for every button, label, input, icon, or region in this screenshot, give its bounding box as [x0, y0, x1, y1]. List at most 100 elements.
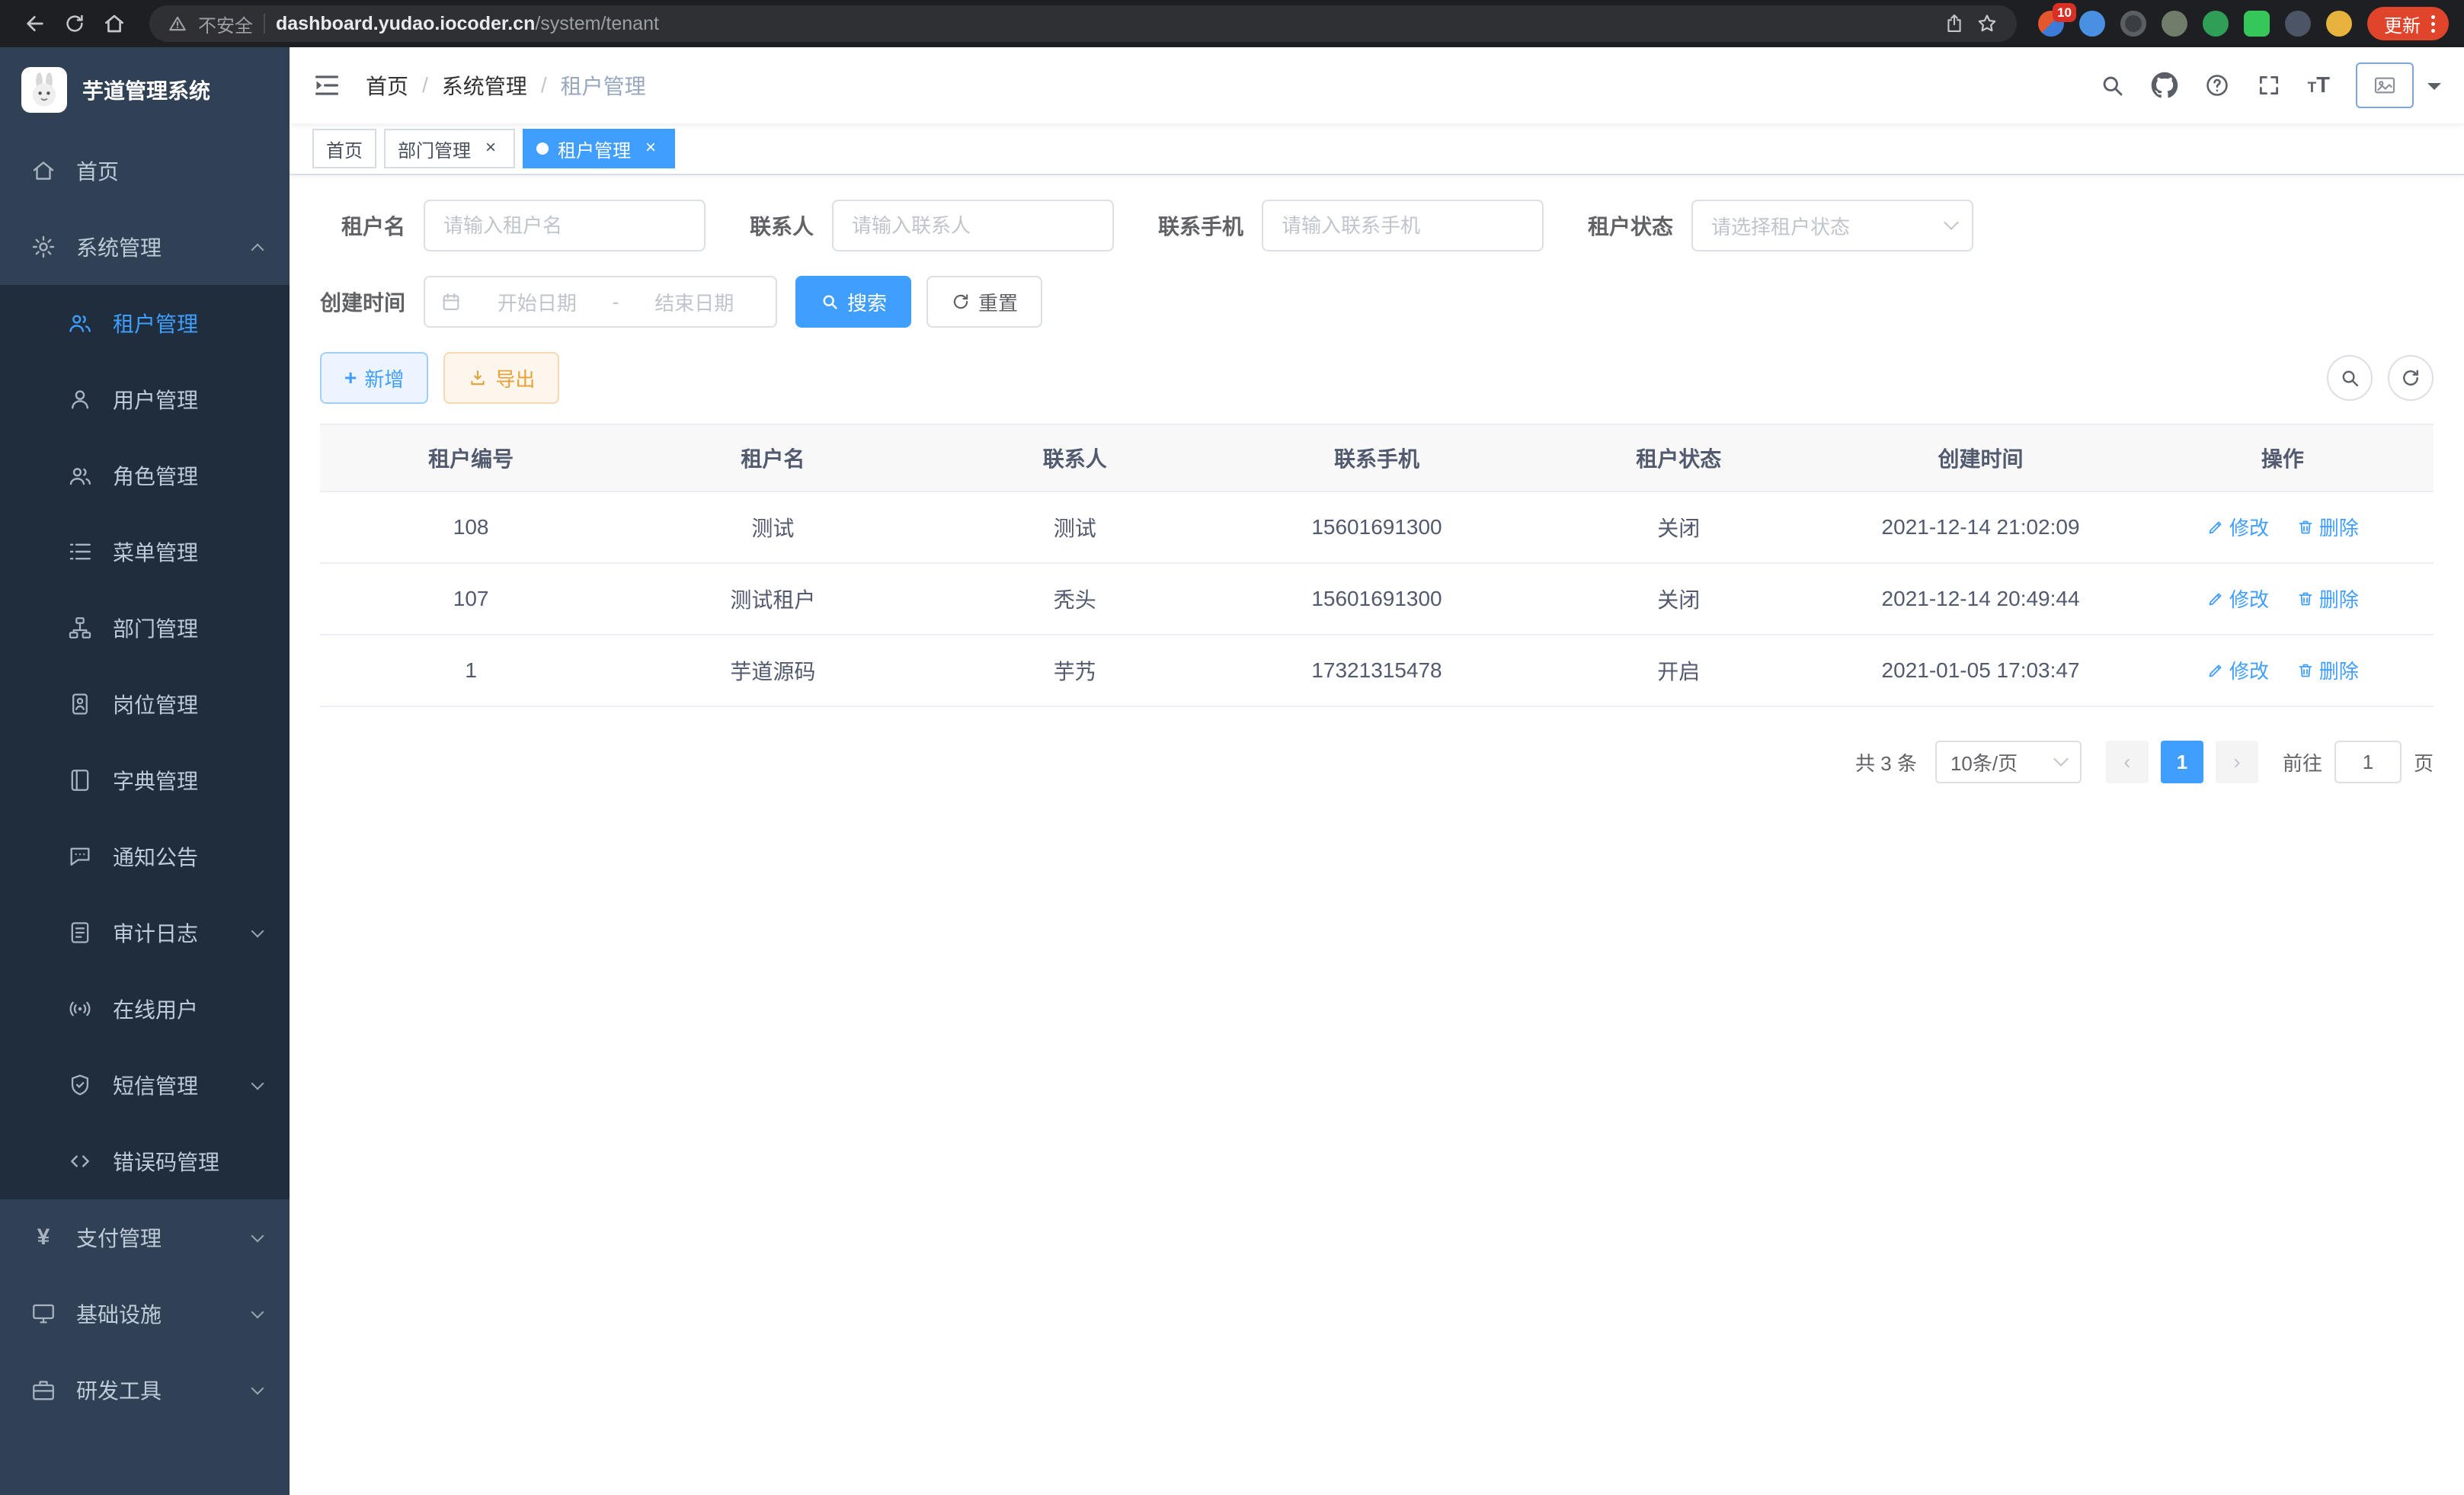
export-button-label: 导出	[495, 364, 535, 392]
extension-icon[interactable]	[2285, 11, 2311, 37]
edit-label: 修改	[2229, 656, 2269, 684]
sidebar-item-tenant-management[interactable]: 租户管理	[0, 285, 290, 361]
github-icon[interactable]	[2151, 72, 2178, 99]
fullscreen-icon[interactable]	[2256, 72, 2282, 98]
sidebar-item-infrastructure[interactable]: 基础设施	[0, 1276, 290, 1352]
bookmark-star-icon[interactable]	[1976, 12, 1998, 35]
table-row: 108 测试 测试 15601691300 关闭 2021-12-14 21:0…	[320, 491, 2434, 563]
date-range-picker[interactable]: 开始日期 - 结束日期	[424, 276, 777, 328]
breadcrumb-item-system[interactable]: 系统管理	[442, 70, 527, 101]
back-icon[interactable]	[15, 4, 55, 43]
divider	[264, 14, 265, 34]
refresh-table-button[interactable]	[2388, 355, 2434, 401]
sidebar-item-label: 错误码管理	[113, 1146, 219, 1176]
chrome-update-button[interactable]: 更新	[2367, 7, 2449, 40]
address-bar[interactable]: 不安全 dashboard.yudao.iocoder.cn/system/te…	[149, 5, 2017, 42]
payment-yen-icon: ¥	[30, 1224, 56, 1250]
next-page-button[interactable]: ›	[2216, 741, 2258, 783]
add-button[interactable]: + 新增	[320, 352, 428, 404]
contact-input[interactable]	[832, 200, 1114, 251]
menu-list-icon	[67, 539, 93, 565]
sidebar-item-error-code-management[interactable]: 错误码管理	[0, 1123, 290, 1199]
tag-dept-management[interactable]: 部门管理	[384, 129, 515, 168]
column-header-create-time: 创建时间	[1829, 424, 2131, 491]
breadcrumb-item-tenant: 租户管理	[561, 70, 646, 101]
close-icon[interactable]	[640, 138, 661, 159]
delete-button[interactable]: 删除	[2296, 656, 2359, 684]
sidebar-item-dev-tools[interactable]: 研发工具	[0, 1352, 290, 1428]
prev-page-button[interactable]: ‹	[2106, 741, 2149, 783]
edit-button[interactable]: 修改	[2206, 513, 2269, 541]
reset-button[interactable]: 重置	[926, 276, 1042, 328]
extension-icon[interactable]	[2079, 11, 2105, 37]
pagination: 共 3 条 10条/页 ‹ 1 › 前往 页	[320, 741, 2434, 783]
sidebar-item-notice-announcement[interactable]: 通知公告	[0, 818, 290, 895]
sidebar-item-sms-management[interactable]: 短信管理	[0, 1047, 290, 1123]
tag-home[interactable]: 首页	[312, 129, 376, 168]
help-docs-icon[interactable]	[2204, 72, 2230, 98]
page-size-select[interactable]: 10条/页	[1935, 741, 2082, 783]
mobile-input[interactable]	[1262, 200, 1544, 251]
app-logo[interactable]: 芋道管理系统	[0, 47, 290, 133]
status-label: 租户状态	[1588, 210, 1673, 241]
sidebar-item-system-management[interactable]: 系统管理	[0, 209, 290, 285]
hamburger-icon[interactable]	[312, 71, 341, 100]
edit-button[interactable]: 修改	[2206, 656, 2269, 684]
export-button[interactable]: 导出	[443, 352, 559, 404]
extension-icon[interactable]	[2120, 11, 2146, 37]
column-header-actions: 操作	[2132, 424, 2434, 491]
tag-label: 部门管理	[398, 136, 471, 162]
dropdown-caret-icon[interactable]	[2427, 83, 2441, 97]
sidebar-item-role-management[interactable]: 角色管理	[0, 437, 290, 514]
browser-menu-kebab-icon[interactable]	[2431, 15, 2435, 33]
reset-button-label: 重置	[978, 288, 1018, 316]
sidebar-item-menu-management[interactable]: 菜单管理	[0, 514, 290, 590]
sidebar-item-online-users[interactable]: 在线用户	[0, 971, 290, 1047]
status-select[interactable]: 请选择租户状态	[1691, 200, 1973, 251]
extension-icon[interactable]	[2162, 11, 2187, 37]
home-button-icon[interactable]	[94, 4, 134, 43]
extension-icon[interactable]: 10	[2038, 11, 2064, 37]
tenant-name-label: 租户名	[320, 210, 405, 241]
extension-icon[interactable]	[2326, 11, 2352, 37]
tenant-name-input[interactable]	[424, 200, 706, 251]
extension-icon[interactable]	[2244, 11, 2270, 37]
search-icon[interactable]	[2099, 72, 2125, 98]
sidebar-item-post-management[interactable]: 岗位管理	[0, 666, 290, 742]
table-header-row: 租户编号 租户名 联系人 联系手机 租户状态 创建时间 操作	[320, 424, 2434, 491]
breadcrumb-item-home[interactable]: 首页	[366, 70, 408, 101]
tag-tenant-management[interactable]: 租户管理	[523, 129, 675, 168]
start-date-input[interactable]: 开始日期	[471, 288, 603, 316]
sidebar-item-dict-management[interactable]: 字典管理	[0, 742, 290, 818]
end-date-input[interactable]: 结束日期	[628, 288, 760, 316]
extension-icon[interactable]	[2203, 11, 2229, 37]
goto-page-input[interactable]	[2334, 741, 2402, 783]
sidebar-item-home[interactable]: 首页	[0, 133, 290, 209]
search-button[interactable]: 搜索	[795, 276, 911, 328]
table-tools	[2327, 355, 2434, 401]
close-icon[interactable]	[480, 138, 501, 159]
page-number-button[interactable]: 1	[2161, 741, 2203, 783]
plus-icon: +	[344, 366, 357, 390]
sidebar-item-dept-management[interactable]: 部门管理	[0, 590, 290, 666]
delete-button[interactable]: 删除	[2296, 584, 2359, 613]
avatar[interactable]	[2356, 62, 2414, 108]
cell-tenant-id: 1	[320, 635, 622, 706]
delete-button[interactable]: 删除	[2296, 513, 2359, 541]
goto-label: 前往	[2283, 748, 2322, 776]
chevron-down-icon	[253, 1234, 262, 1240]
page-unit-label: 页	[2414, 748, 2434, 776]
column-header-status: 租户状态	[1528, 424, 1829, 491]
filter-contact: 联系人	[750, 200, 1114, 251]
download-icon	[468, 368, 488, 388]
sidebar-item-payment-management[interactable]: ¥ 支付管理	[0, 1199, 290, 1276]
sidebar-item-audit-log[interactable]: 审计日志	[0, 895, 290, 971]
reload-icon[interactable]	[55, 4, 94, 43]
chevron-up-icon	[253, 239, 262, 255]
share-icon[interactable]	[1944, 13, 1965, 34]
edit-button[interactable]: 修改	[2206, 584, 2269, 613]
sidebar-item-user-management[interactable]: 用户管理	[0, 361, 290, 437]
page-content: 租户名 联系人 联系手机 租户状态 请选择租户状态	[290, 175, 2464, 1495]
font-size-icon[interactable]: TT	[2308, 73, 2330, 98]
toggle-search-button[interactable]	[2327, 355, 2373, 401]
